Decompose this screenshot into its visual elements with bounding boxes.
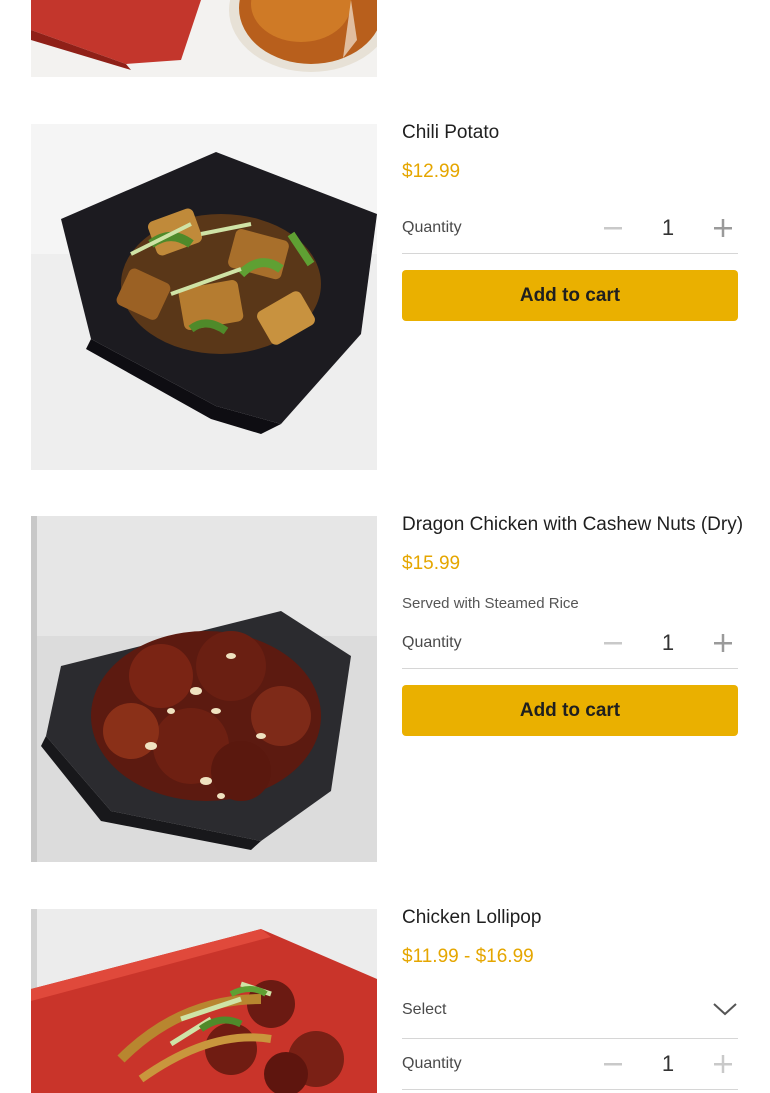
chevron-down-icon[interactable] bbox=[712, 1001, 738, 1017]
product-info-chili-potato: Chili Potato $12.99 Quantity 1 Add to ca… bbox=[402, 122, 738, 321]
product-image-previous[interactable] bbox=[31, 0, 377, 77]
minus-icon[interactable] bbox=[598, 628, 628, 658]
product-description: Served with Steamed Rice bbox=[402, 595, 579, 612]
quantity-row: Quantity 1 bbox=[402, 203, 738, 254]
quantity-value[interactable]: 1 bbox=[628, 1051, 708, 1077]
product-name[interactable]: Dragon Chicken with Cashew Nuts (Dry) bbox=[402, 514, 743, 536]
product-image-chili-potato[interactable] bbox=[31, 124, 377, 470]
product-image-chicken-lollipop[interactable] bbox=[31, 909, 377, 1093]
quantity-row: Quantity 1 bbox=[402, 1039, 738, 1090]
product-name[interactable]: Chili Potato bbox=[402, 122, 738, 144]
add-to-cart-button[interactable]: Add to cart bbox=[402, 685, 738, 736]
minus-icon[interactable] bbox=[598, 213, 628, 243]
plus-icon[interactable] bbox=[708, 628, 738, 658]
product-image-dragon-chicken[interactable] bbox=[31, 516, 377, 862]
product-info-chicken-lollipop: Chicken Lollipop $11.99 - $16.99 Select … bbox=[402, 907, 738, 1090]
product-info-dragon-chicken: Dragon Chicken with Cashew Nuts (Dry) $1… bbox=[402, 514, 743, 736]
select-label: Select bbox=[402, 1001, 447, 1018]
plus-icon[interactable] bbox=[708, 213, 738, 243]
quantity-row: Quantity 1 bbox=[402, 618, 738, 669]
plus-icon[interactable] bbox=[708, 1049, 738, 1079]
quantity-label: Quantity bbox=[402, 219, 462, 236]
quantity-stepper: 1 bbox=[598, 213, 738, 243]
quantity-stepper: 1 bbox=[598, 1049, 738, 1079]
minus-icon[interactable] bbox=[598, 1049, 628, 1079]
product-name[interactable]: Chicken Lollipop bbox=[402, 907, 738, 929]
quantity-label: Quantity bbox=[402, 1055, 462, 1072]
quantity-value[interactable]: 1 bbox=[628, 630, 708, 656]
variant-select[interactable]: Select bbox=[402, 980, 738, 1039]
product-price: $11.99 - $16.99 bbox=[402, 946, 534, 967]
product-price: $15.99 bbox=[402, 553, 461, 574]
quantity-stepper: 1 bbox=[598, 628, 738, 658]
product-price: $12.99 bbox=[402, 161, 461, 182]
quantity-label: Quantity bbox=[402, 634, 462, 651]
add-to-cart-button[interactable]: Add to cart bbox=[402, 270, 738, 321]
quantity-value[interactable]: 1 bbox=[628, 215, 708, 241]
